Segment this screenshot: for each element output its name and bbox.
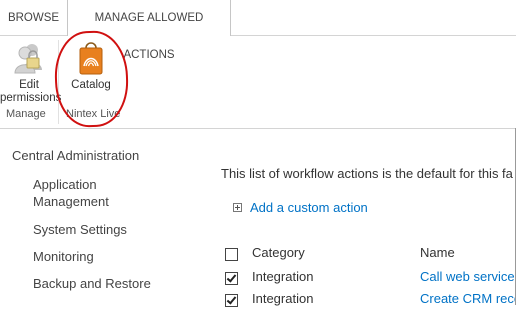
- nav-item-application-management[interactable]: Application Management: [33, 176, 143, 210]
- row-checkbox[interactable]: [225, 272, 238, 285]
- row-category: Integration: [252, 269, 314, 284]
- ribbon-tab-bar: BROWSE MANAGE ALLOWED ACTIONS: [0, 0, 516, 61]
- annotation-circle: [53, 29, 130, 129]
- nav-item-monitoring[interactable]: Monitoring: [33, 248, 94, 265]
- expand-plus-icon: [233, 203, 242, 213]
- nav-item-system-settings[interactable]: System Settings: [33, 221, 127, 238]
- row-name-link[interactable]: Call web service: [420, 269, 515, 284]
- select-all-checkbox[interactable]: [225, 248, 238, 261]
- group-label-manage: Manage: [6, 108, 46, 120]
- nav-heading-central-administration[interactable]: Central Administration: [12, 148, 139, 163]
- column-header-name[interactable]: Name: [420, 245, 455, 260]
- row-name-link[interactable]: Create CRM reco: [420, 291, 516, 306]
- row-category: Integration: [252, 291, 314, 306]
- row-checkbox[interactable]: [225, 294, 238, 307]
- add-custom-action-link[interactable]: Add a custom action: [233, 200, 368, 215]
- column-header-category[interactable]: Category: [252, 245, 305, 260]
- nav-item-backup-and-restore[interactable]: Backup and Restore: [33, 275, 151, 292]
- edit-permissions-label: Edit permissions: [0, 79, 62, 104]
- permissions-icon: [10, 42, 48, 76]
- tab-browse[interactable]: BROWSE: [0, 0, 67, 35]
- add-custom-action-label: Add a custom action: [250, 200, 368, 215]
- page-description: This list of workflow actions is the def…: [221, 166, 513, 181]
- edit-permissions-button[interactable]: Edit permissions: [0, 42, 62, 105]
- table-row: Integration Create CRM reco: [221, 291, 516, 313]
- table-row: Integration Call web service: [221, 269, 516, 291]
- table-header-row: Category Name: [221, 245, 516, 267]
